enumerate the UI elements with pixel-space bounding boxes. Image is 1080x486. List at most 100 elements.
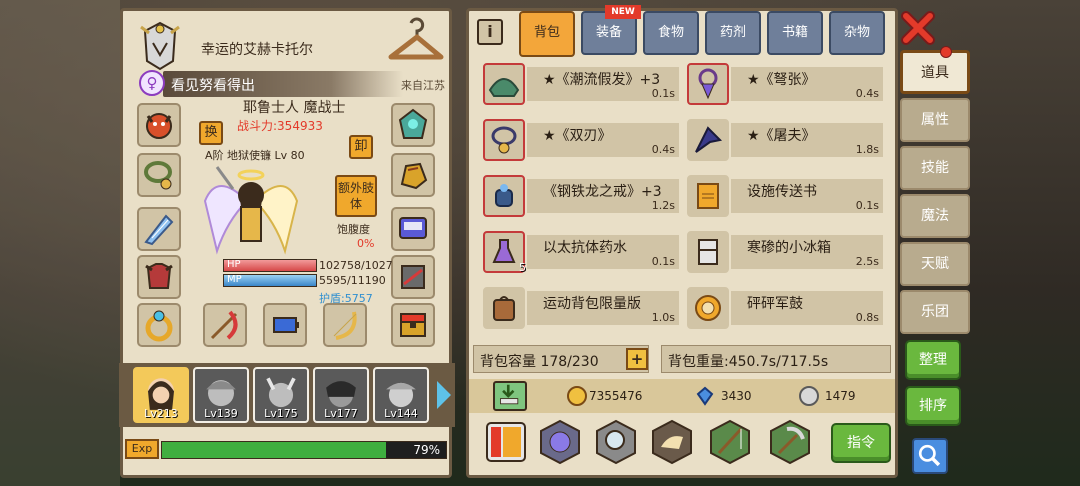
demon-helm-icon — [146, 113, 172, 139]
exp-bar: Exp 79% — [125, 439, 447, 463]
character-name: 幸运的艾赫卡托尔 — [201, 42, 313, 58]
hp-bar: HP — [223, 259, 317, 272]
butcher-blade-icon — [695, 126, 723, 153]
team-scroll-right-icon[interactable] — [437, 381, 451, 409]
magnifier-icon — [596, 419, 636, 465]
diamond-amount: 3430 — [721, 389, 752, 403]
tab-backpack[interactable]: 背包 — [519, 11, 575, 57]
tab-books[interactable]: 书籍 — [767, 11, 823, 55]
guild-badge-icon[interactable] — [137, 21, 183, 71]
satiety-value: 0% — [357, 237, 375, 250]
swap-button[interactable]: 换 — [199, 121, 223, 145]
currency-strip: 7355476 3430 1479 — [469, 379, 895, 413]
equip-slot-armor[interactable] — [137, 255, 181, 299]
character-motto: 看见努看得出 — [171, 78, 255, 94]
crystal-emblem-icon — [398, 108, 428, 139]
sort-number-button[interactable] — [483, 419, 529, 465]
inventory-item[interactable]: 寒碜的小冰箱 2.5s — [687, 231, 883, 273]
side-tab-attributes[interactable]: 属性 — [900, 98, 970, 142]
fabric-icon — [652, 419, 692, 465]
unequip-button[interactable]: 卸 — [349, 135, 373, 159]
equip-slot-gloves[interactable] — [391, 153, 435, 197]
inventory-item[interactable]: 5 以太抗体药水 0.1s — [483, 231, 679, 274]
tab-potion[interactable]: 药剂 — [705, 11, 761, 55]
scythe-icon — [210, 310, 238, 340]
team-member-5[interactable]: Lv144 — [373, 367, 429, 423]
equip-slot-necklace[interactable] — [137, 153, 181, 197]
inventory-item[interactable]: ★《弩张》 0.4s — [687, 63, 883, 105]
battery-icon — [273, 317, 299, 333]
twin-blade-icon — [491, 126, 517, 154]
equip-slot-ring[interactable] — [137, 303, 181, 347]
pickaxe-button[interactable] — [767, 419, 813, 465]
side-tab-talent[interactable]: 天赋 — [900, 242, 970, 286]
character-portrait — [203, 166, 299, 255]
character-origin: 来自江苏 — [401, 79, 445, 92]
dragon-ring-icon — [495, 184, 513, 207]
notification-dot — [940, 46, 952, 58]
inventory-item[interactable]: 《钢铁龙之戒》+3 1.2s — [483, 175, 679, 217]
new-badge: NEW — [605, 5, 641, 19]
combat-power: 战斗力:354933 — [237, 119, 323, 133]
inventory-item[interactable]: ★《双刃》 0.4s — [483, 119, 679, 161]
team-member-2[interactable]: Lv139 — [193, 367, 249, 423]
equip-slot-gadget[interactable] — [263, 303, 307, 347]
info-button[interactable]: i — [477, 19, 503, 45]
side-tab-skills[interactable]: 技能 — [900, 146, 970, 190]
wig-icon — [488, 78, 520, 97]
magnify-button[interactable] — [593, 419, 639, 465]
team-member-4[interactable]: Lv177 — [313, 367, 369, 423]
mech-gear-icon — [401, 265, 425, 289]
treasure-chest-icon — [400, 313, 426, 337]
gold-amount: 7355476 — [589, 389, 643, 403]
equip-slot-gear[interactable] — [391, 255, 435, 299]
character-panel: 幸运的艾赫卡托尔 ♀ 看见努看得出 来自江苏 耶鲁士人 魔战士 战斗力:3549… — [119, 8, 455, 478]
equip-slot-head[interactable] — [137, 103, 181, 147]
equip-slot-bow[interactable] — [323, 303, 367, 347]
side-tab-magic[interactable]: 魔法 — [900, 194, 970, 238]
character-header: 幸运的艾赫卡托尔 — [131, 17, 401, 71]
arrange-button[interactable]: 整理 — [905, 340, 961, 380]
inventory-item[interactable]: 运动背包限量版 1.0s — [483, 287, 679, 329]
team-member-1[interactable]: Lv213 — [133, 367, 189, 423]
order-button[interactable]: 排序 — [905, 386, 961, 426]
side-tab-band[interactable]: 乐团 — [900, 290, 970, 334]
team-member-3[interactable]: Lv175 — [253, 367, 309, 423]
inventory-item[interactable]: 设施传送书 0.1s — [687, 175, 883, 217]
monitor-device-icon — [399, 217, 427, 239]
exp-track: 79% — [161, 441, 447, 459]
download-icon[interactable] — [493, 381, 527, 411]
expand-capacity-button[interactable]: + — [626, 348, 648, 370]
crossbow-charm-icon — [698, 68, 718, 100]
team-roster: Lv213 Lv139 Lv175 Lv177 Lv144 — [119, 363, 455, 427]
silver-coin-icon — [799, 386, 819, 406]
inventory-item[interactable]: ★《屠夫》 1.8s — [687, 119, 883, 161]
fishing-button[interactable] — [707, 419, 753, 465]
equip-slot-device[interactable] — [391, 207, 435, 251]
inventory-panel: i 背包 装备 NEW 食物 药剂 书籍 杂物 ★《潮流假发》+3 0.1s ★《… — [466, 5, 898, 478]
exp-value: 79% — [413, 443, 440, 457]
crystal-wing-icon — [144, 214, 174, 246]
number-list-icon — [486, 422, 526, 462]
gem-socket-button[interactable] — [537, 419, 583, 465]
mp-value: 5595/11190 — [319, 274, 386, 287]
equip-slot-crystal[interactable] — [391, 103, 435, 147]
fabric-button[interactable] — [649, 419, 695, 465]
necklace-icon — [144, 161, 172, 190]
capacity-label: 背包容量 178/230 — [480, 354, 599, 370]
gender-female-icon: ♀ — [139, 70, 165, 96]
search-icon[interactable] — [912, 438, 948, 474]
equip-slot-weapon[interactable] — [203, 303, 247, 347]
inventory-item[interactable]: ★《潮流假发》+3 0.1s — [483, 63, 679, 105]
command-button[interactable]: 指令 — [831, 423, 891, 463]
equip-slot-wing[interactable] — [137, 207, 181, 251]
tab-food[interactable]: 食物 — [643, 11, 699, 55]
close-icon[interactable] — [900, 10, 936, 46]
tab-misc[interactable]: 杂物 — [829, 11, 885, 55]
inventory-item[interactable]: 砰砰军鼓 0.8s — [687, 287, 883, 329]
wardrobe-hanger-icon[interactable] — [385, 17, 445, 69]
equip-slot-chest[interactable] — [391, 303, 435, 347]
side-tab-items[interactable]: 道具 — [900, 50, 970, 94]
extra-limb-button[interactable]: 额外肢体 — [335, 175, 377, 217]
gold-ring-icon — [145, 310, 173, 342]
